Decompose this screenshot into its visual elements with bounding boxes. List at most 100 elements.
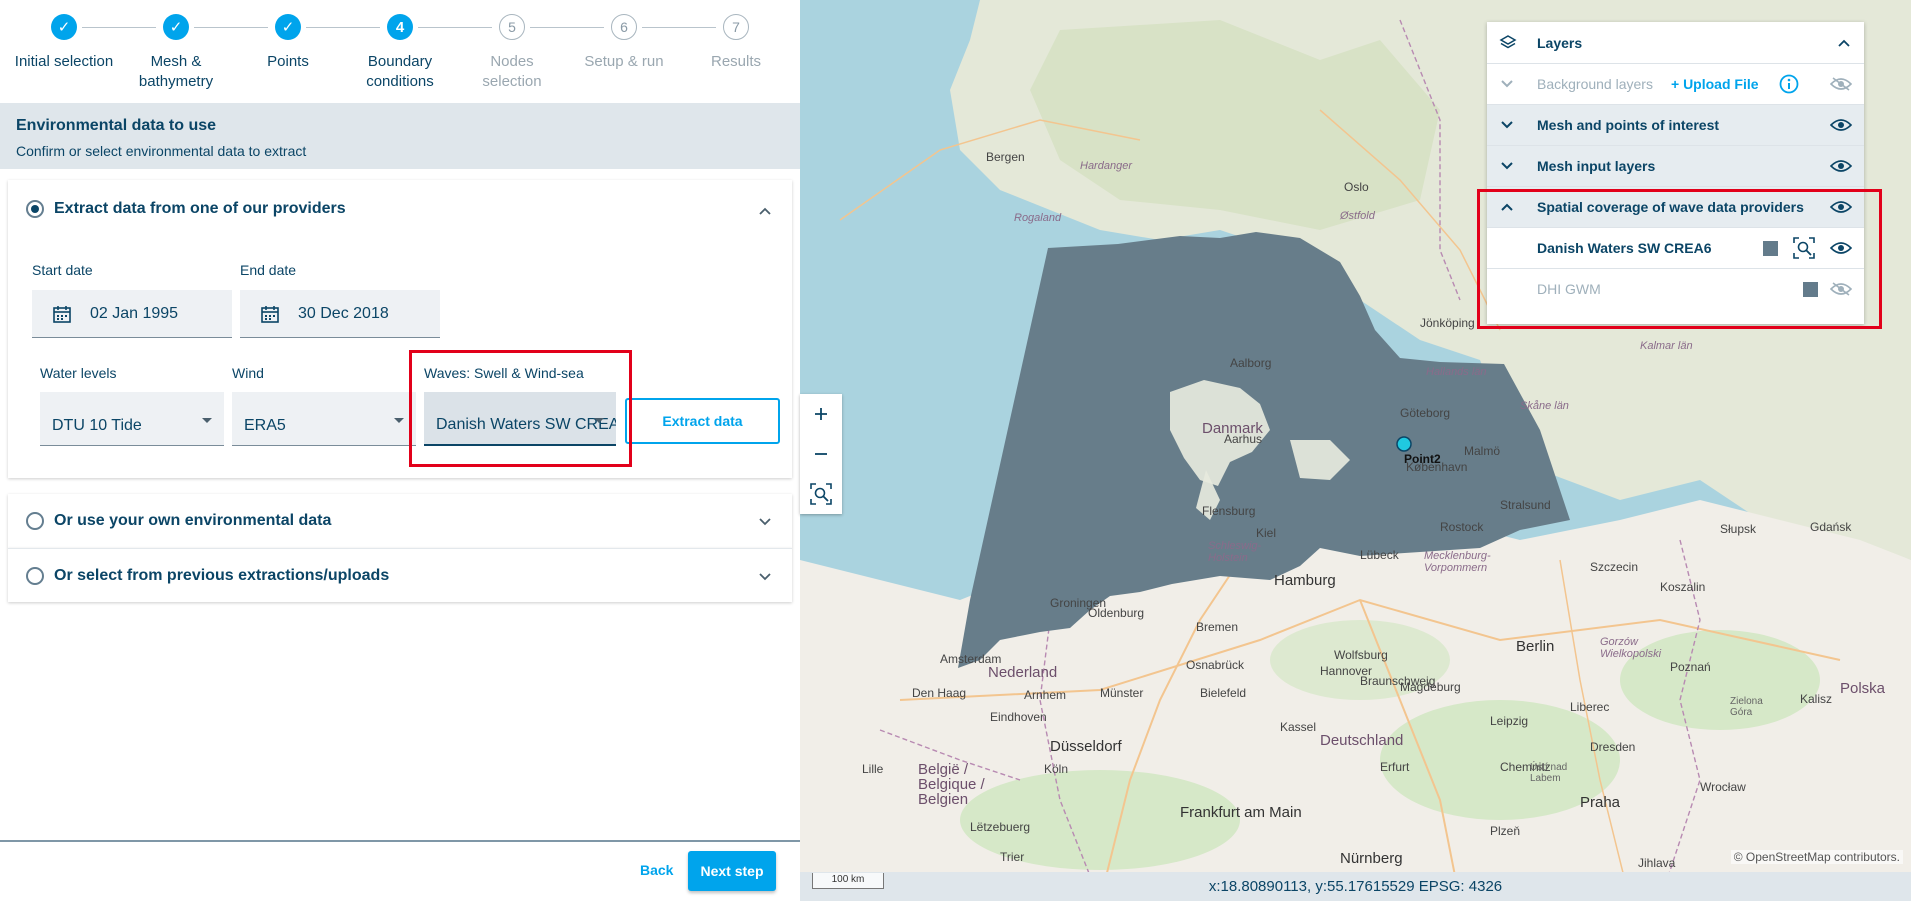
place-label: Koszalin — [1660, 580, 1706, 594]
step-mesh-bathymetry[interactable]: ✓ Mesh & bathymetry — [116, 14, 236, 92]
chevron-up-icon[interactable] — [1836, 35, 1852, 51]
step-initial-selection[interactable]: ✓ Initial selection — [4, 14, 124, 72]
place-label: Düsseldorf — [1050, 738, 1122, 755]
zoom-out-button[interactable] — [800, 434, 842, 474]
step-number: 4 — [387, 14, 413, 40]
start-date-field[interactable]: 02 Jan 1995 — [32, 290, 232, 338]
dropdown-arrow-icon — [594, 418, 604, 423]
left-panel: ✓ Initial selection ✓ Mesh & bathymetry … — [0, 0, 800, 901]
color-swatch[interactable] — [1763, 240, 1778, 256]
place-label: Stralsund — [1500, 498, 1551, 512]
attribution: © OpenStreetMap contributors. — [1730, 850, 1903, 864]
layers-panel: Layers Background layers + Upload File M… — [1487, 22, 1864, 324]
next-step-button[interactable]: Next step — [688, 851, 776, 891]
chevron-down-icon[interactable] — [758, 569, 772, 583]
water-levels-select[interactable]: DTU 10 Tide — [40, 392, 224, 446]
providers-radio[interactable] — [26, 200, 44, 218]
zoom-extent-icon — [810, 483, 832, 505]
layer-mesh-points[interactable]: Mesh and points of interest — [1487, 104, 1864, 145]
end-date-field[interactable]: 30 Dec 2018 — [240, 290, 440, 338]
start-date-label: Start date — [32, 262, 93, 278]
place-label: Dresden — [1590, 740, 1636, 754]
layer-danish-waters[interactable]: Danish Waters SW CREA6 — [1487, 227, 1864, 268]
dropdown-arrow-icon — [202, 418, 212, 423]
providers-radio-row[interactable]: Extract data from one of our providers — [26, 200, 346, 218]
chevron-down-icon[interactable] — [1499, 76, 1515, 92]
place-label: Malmö — [1464, 444, 1501, 458]
previous-radio-row[interactable]: Or select from previous extractions/uplo… — [26, 567, 389, 585]
zoom-in-button[interactable] — [800, 394, 842, 434]
place-label: Bielefeld — [1200, 686, 1247, 700]
env-data-subtitle: Confirm or select environmental data to … — [16, 143, 307, 159]
zoom-extent-button[interactable] — [800, 474, 842, 514]
color-swatch[interactable] — [1803, 281, 1818, 297]
place-label: Jönköping — [1420, 316, 1475, 330]
own-data-card[interactable]: Or use your own environmental data — [8, 494, 792, 548]
place-label: Lübeck — [1360, 548, 1399, 562]
layer-background[interactable]: Background layers + Upload File — [1487, 63, 1864, 104]
layer-spatial-coverage-label: Spatial coverage of wave data providers — [1537, 199, 1804, 215]
wind-value: ERA5 — [244, 417, 286, 434]
waves-value: Danish Waters SW CREA6 — [436, 416, 616, 433]
place-label: Praha — [1580, 794, 1621, 811]
chevron-down-icon[interactable] — [1499, 117, 1515, 133]
eye-icon[interactable] — [1830, 199, 1852, 215]
own-data-radio-row[interactable]: Or use your own environmental data — [26, 512, 331, 530]
end-date-label: End date — [240, 262, 297, 278]
eye-icon[interactable] — [1830, 117, 1852, 133]
step-number: 5 — [499, 14, 525, 40]
place-label: België / Belgique / Belgien — [918, 761, 985, 808]
place-label: Zielona Góra — [1730, 696, 1763, 718]
layer-dhi-gwm[interactable]: DHI GWM — [1487, 268, 1864, 309]
place-label: Szczecin — [1590, 560, 1639, 574]
previous-label: Or select from previous extractions/uplo… — [54, 567, 390, 584]
layer-mesh-input[interactable]: Mesh input layers — [1487, 145, 1864, 186]
chevron-down-icon[interactable] — [1499, 158, 1515, 174]
layer-spatial-coverage[interactable]: Spatial coverage of wave data providers — [1487, 186, 1864, 227]
own-data-radio[interactable] — [26, 512, 44, 530]
place-label: Aarhus — [1224, 432, 1263, 446]
check-icon: ✓ — [275, 14, 301, 40]
place-label: Ústí nad Labem — [1530, 762, 1568, 784]
zoom-to-layer-icon[interactable] — [1793, 237, 1815, 259]
step-boundary-conditions[interactable]: 4 Boundary conditions — [340, 14, 460, 92]
wind-select[interactable]: ERA5 — [232, 392, 416, 446]
water-levels-label: Water levels — [40, 365, 117, 381]
eye-icon[interactable] — [1830, 240, 1852, 256]
plus-icon — [815, 408, 827, 420]
step-number: 7 — [723, 14, 749, 40]
start-date-value: 02 Jan 1995 — [90, 304, 179, 322]
layers-header[interactable]: Layers — [1487, 22, 1864, 63]
step-points[interactable]: ✓ Points — [228, 14, 348, 72]
upload-file-button[interactable]: + Upload File — [1671, 76, 1759, 92]
layer-mesh-input-label: Mesh input layers — [1537, 158, 1656, 174]
place-label: Liberec — [1570, 700, 1610, 714]
calendar-icon — [53, 305, 71, 323]
own-data-label: Or use your own environmental data — [54, 512, 332, 529]
previous-extractions-card[interactable]: Or select from previous extractions/uplo… — [8, 548, 792, 602]
extract-data-button[interactable]: Extract data — [625, 398, 780, 444]
place-label: Plzeň — [1490, 824, 1521, 838]
providers-label: Extract data from one of our providers — [54, 200, 346, 217]
waves-select[interactable]: Danish Waters SW CREA6 — [424, 392, 616, 446]
place-label: Schleswig- Holstein — [1208, 540, 1262, 564]
place-label: Frankfurt am Main — [1180, 804, 1302, 821]
previous-radio[interactable] — [26, 567, 44, 585]
place-label: Kalisz — [1800, 692, 1833, 706]
place-label: Hamburg — [1274, 572, 1336, 589]
info-icon[interactable] — [1779, 74, 1799, 94]
place-label: Oslo — [1344, 180, 1369, 194]
layers-icon — [1499, 34, 1517, 48]
step-label: Boundary conditions — [366, 53, 434, 90]
eye-hidden-icon[interactable] — [1830, 281, 1852, 297]
eye-icon[interactable] — [1830, 158, 1852, 174]
chevron-down-icon[interactable] — [758, 514, 772, 528]
env-data-title: Environmental data to use — [16, 117, 217, 134]
place-label: Aalborg — [1230, 356, 1272, 370]
chevron-up-icon[interactable] — [758, 204, 772, 218]
end-date-value: 30 Dec 2018 — [298, 304, 389, 322]
eye-hidden-icon[interactable] — [1830, 76, 1852, 92]
chevron-up-icon[interactable] — [1499, 199, 1515, 215]
place-label: Hardanger — [1080, 160, 1132, 172]
back-button[interactable]: Back — [640, 862, 673, 878]
